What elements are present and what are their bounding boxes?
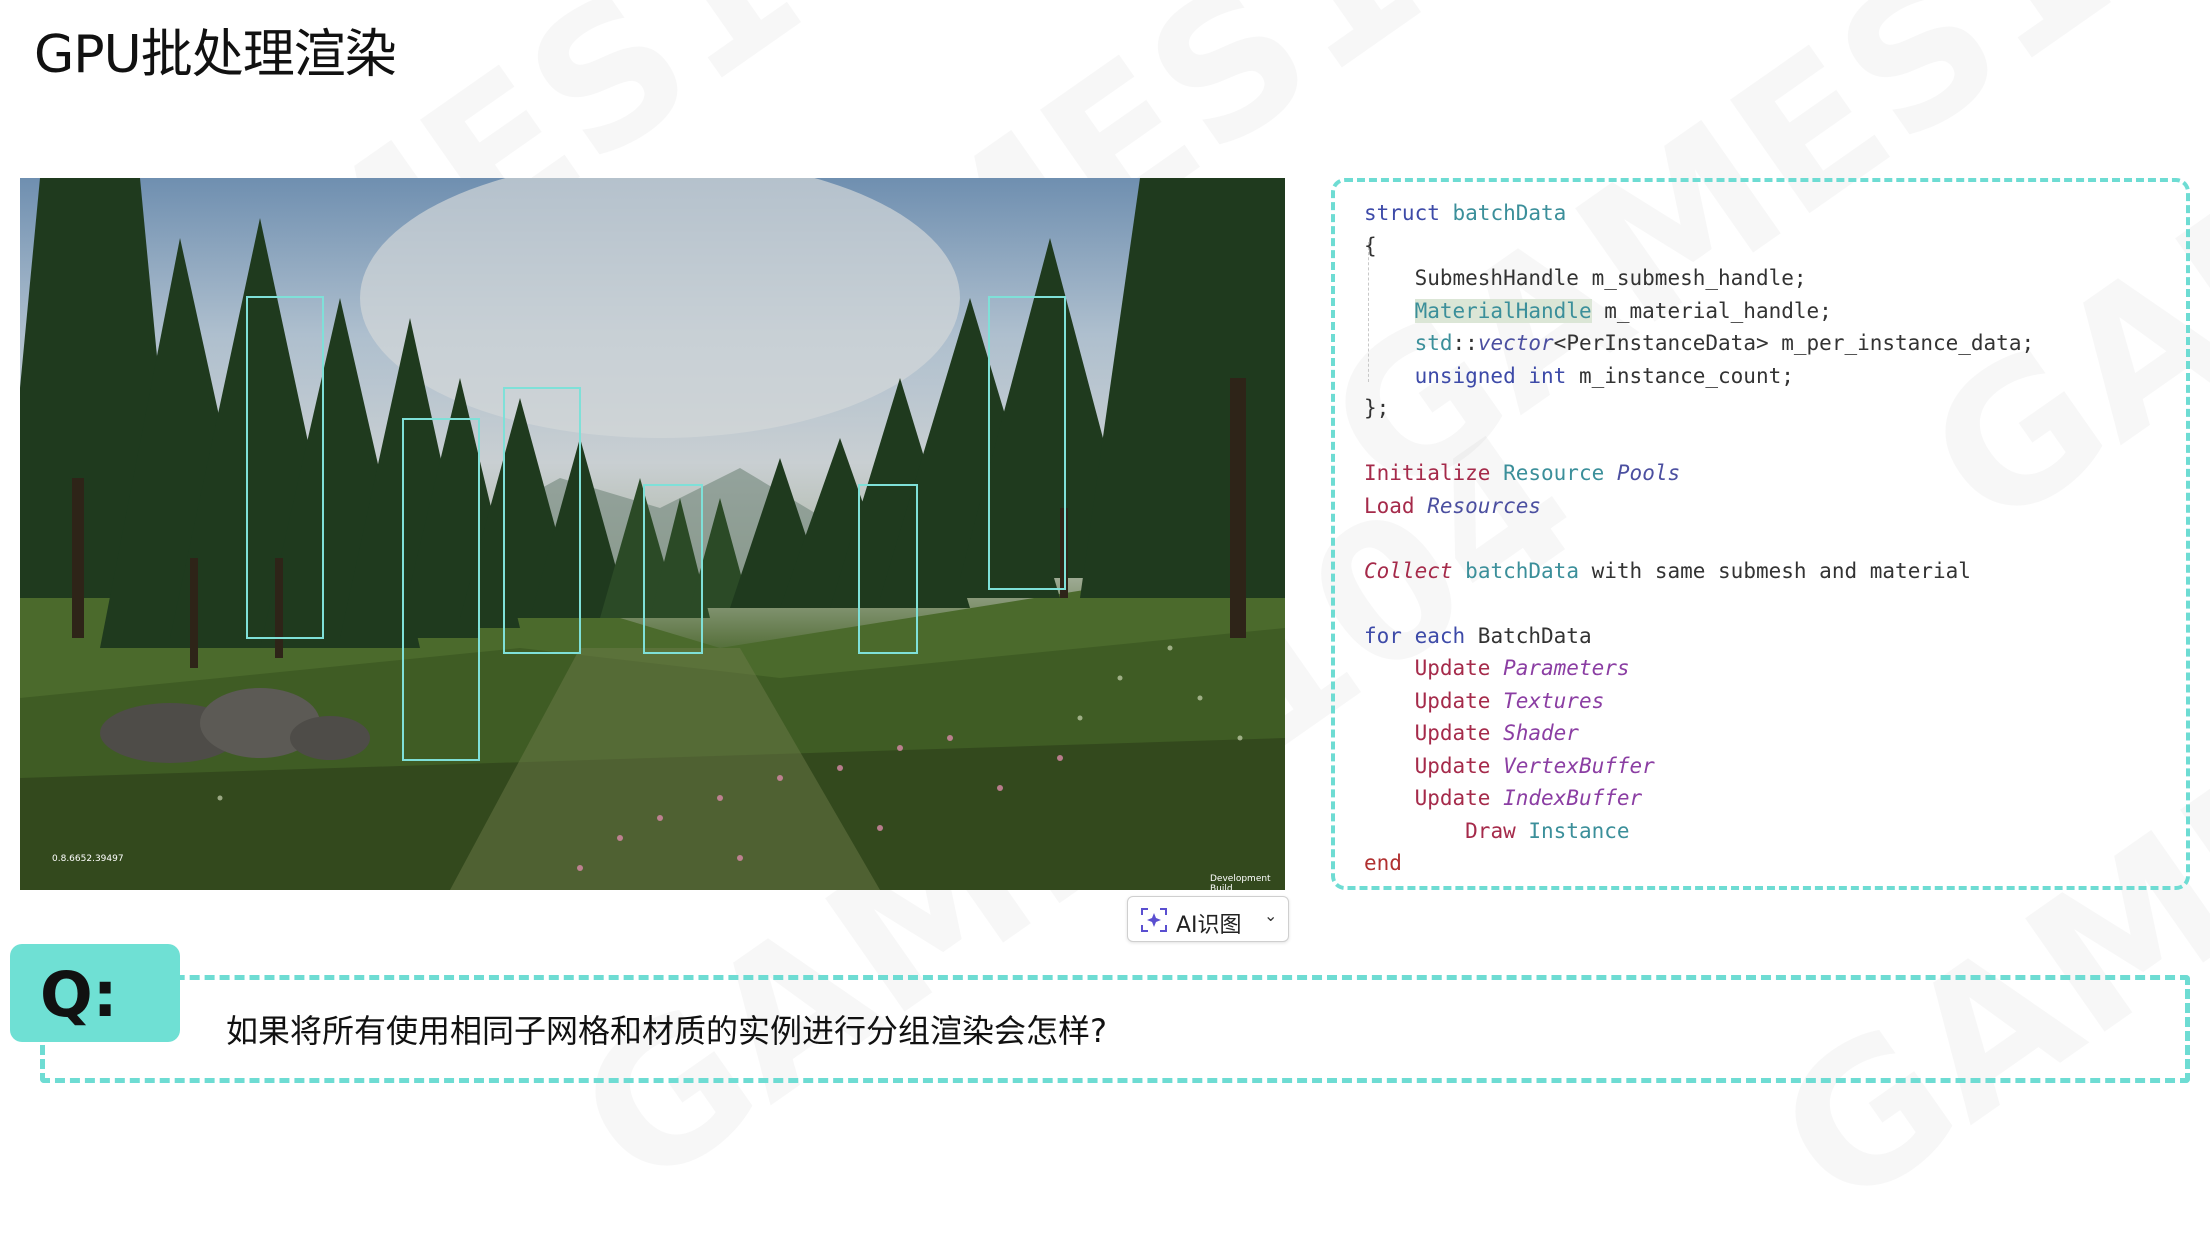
code-line: Update VertexBuffer — [1414, 753, 1655, 778]
instance-highlight-box — [988, 296, 1066, 590]
code-line: SubmeshHandle m_submesh_handle; — [1414, 266, 1807, 290]
version-label: 0.8.6652.39497 — [52, 854, 124, 864]
instance-highlight-box — [858, 484, 918, 654]
code-line: MaterialHandle m_material_handle; — [1414, 298, 1832, 323]
code-line: Initialize Resource Pools — [1364, 461, 1681, 485]
instance-highlight-box — [246, 296, 324, 639]
code-line: for each BatchData — [1364, 623, 1592, 648]
ai-button-label: AI识图 — [1176, 913, 1242, 938]
chevron-down-icon[interactable]: ⌄ — [1264, 906, 1277, 925]
code-line: Update Parameters — [1414, 656, 1630, 680]
forest-scene-image: 0.8.6652.39497 Development Build — [20, 178, 1285, 890]
ai-recognize-button[interactable]: AI识图 ⌄ — [1127, 896, 1289, 942]
code-line: unsigned int m_instance_count; — [1414, 363, 1794, 388]
instance-highlight-box — [402, 418, 480, 761]
page-title: GPU批处理渲染 — [34, 25, 397, 85]
code-line: }; — [1364, 396, 1390, 420]
code-line: Update Textures — [1414, 688, 1605, 713]
code-line: struct batchData — [1364, 201, 1567, 225]
code-panel: struct batchData { SubmeshHandle m_subme… — [1331, 178, 2190, 890]
code-line: Update Shader — [1414, 721, 1579, 745]
instance-highlight-box — [643, 484, 703, 654]
code-line: Collect batchData with same submesh and … — [1364, 558, 1971, 583]
code-line: std::vector<PerInstanceData> m_per_insta… — [1414, 331, 2035, 355]
code-line: Update IndexBuffer — [1414, 786, 1643, 810]
question-badge: Q: — [10, 944, 180, 1042]
code-line: Draw Instance — [1465, 818, 1630, 843]
build-label: Development Build — [1210, 874, 1271, 890]
instance-highlight-box — [503, 387, 581, 654]
question-badge-label: Q: — [40, 958, 118, 1031]
code-line: end — [1364, 851, 1402, 875]
question-text: 如果将所有使用相同子网格和材质的实例进行分组渲染会怎样? — [226, 1012, 1107, 1050]
code-line: { — [1364, 233, 1377, 258]
ai-scan-icon — [1140, 906, 1168, 940]
code-block: struct batchData { SubmeshHandle m_subme… — [1364, 197, 2034, 880]
code-line: Load Resources — [1364, 493, 1542, 518]
